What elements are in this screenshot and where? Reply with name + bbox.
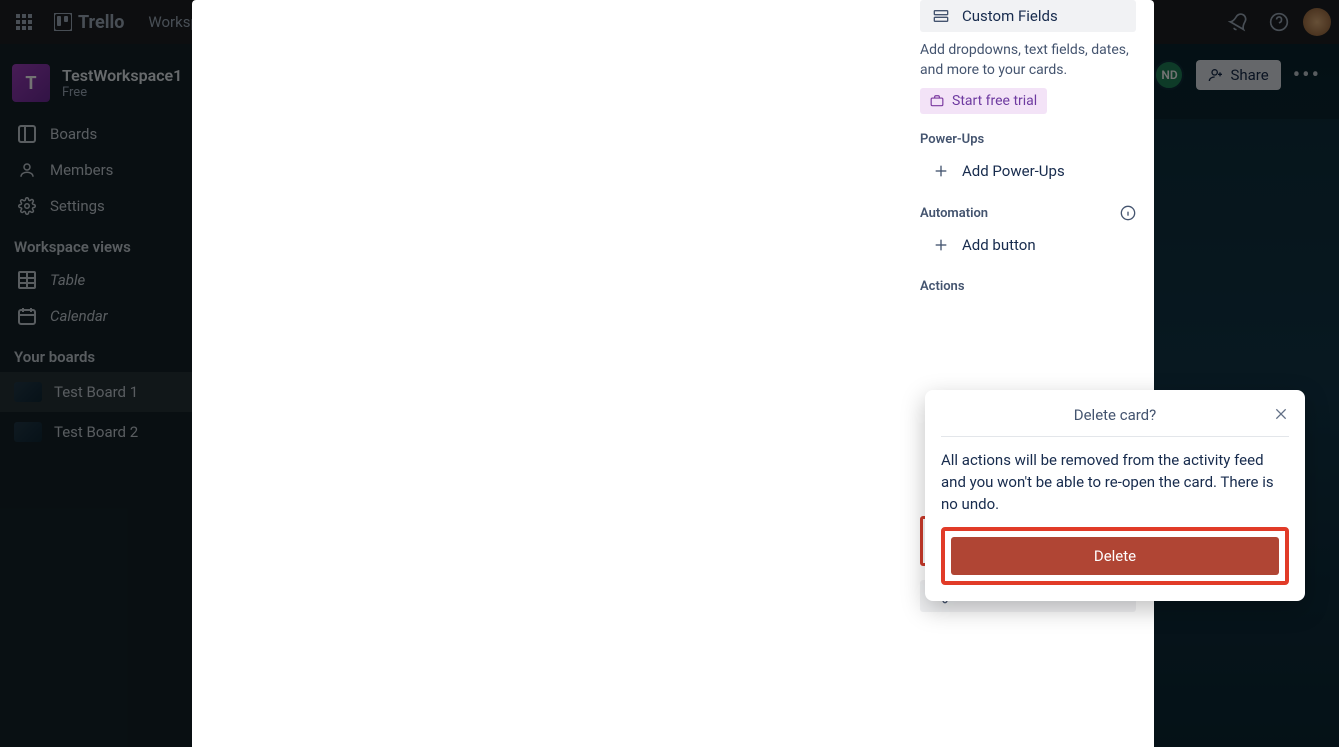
confirm-delete-button[interactable]: Delete [951, 537, 1279, 575]
plus-icon [933, 237, 949, 253]
close-popover-button[interactable] [1273, 406, 1289, 426]
button-label: Add Power-Ups [962, 162, 1065, 180]
card-detail-modal: Custom Fields Add dropdowns, text fields… [192, 0, 1154, 747]
info-icon[interactable] [1120, 205, 1136, 221]
trial-label: Start free trial [952, 93, 1037, 109]
button-label: Delete [1094, 547, 1136, 565]
automation-heading: Automation [920, 206, 988, 221]
button-label: Add button [962, 236, 1036, 254]
divider [941, 436, 1289, 437]
briefcase-icon [930, 94, 944, 108]
powerups-heading: Power-Ups [920, 132, 1136, 147]
custom-fields-button[interactable]: Custom Fields [920, 0, 1136, 32]
add-powerups-button[interactable]: Add Power-Ups [920, 155, 1136, 187]
plus-icon [933, 163, 949, 179]
popover-title: Delete card? [1074, 406, 1157, 424]
popover-body: All actions will be removed from the act… [941, 449, 1289, 515]
button-label: Custom Fields [962, 7, 1058, 25]
actions-heading: Actions [920, 279, 1136, 294]
add-automation-button[interactable]: Add button [920, 229, 1136, 261]
start-trial-button[interactable]: Start free trial [920, 88, 1047, 114]
custom-fields-description: Add dropdowns, text fields, dates, and m… [920, 40, 1136, 80]
close-icon [1273, 406, 1289, 422]
delete-confirmation-popover: Delete card? All actions will be removed… [925, 390, 1305, 601]
custom-fields-icon [933, 8, 949, 24]
annotation-highlight-delete-confirm: Delete [941, 527, 1289, 585]
